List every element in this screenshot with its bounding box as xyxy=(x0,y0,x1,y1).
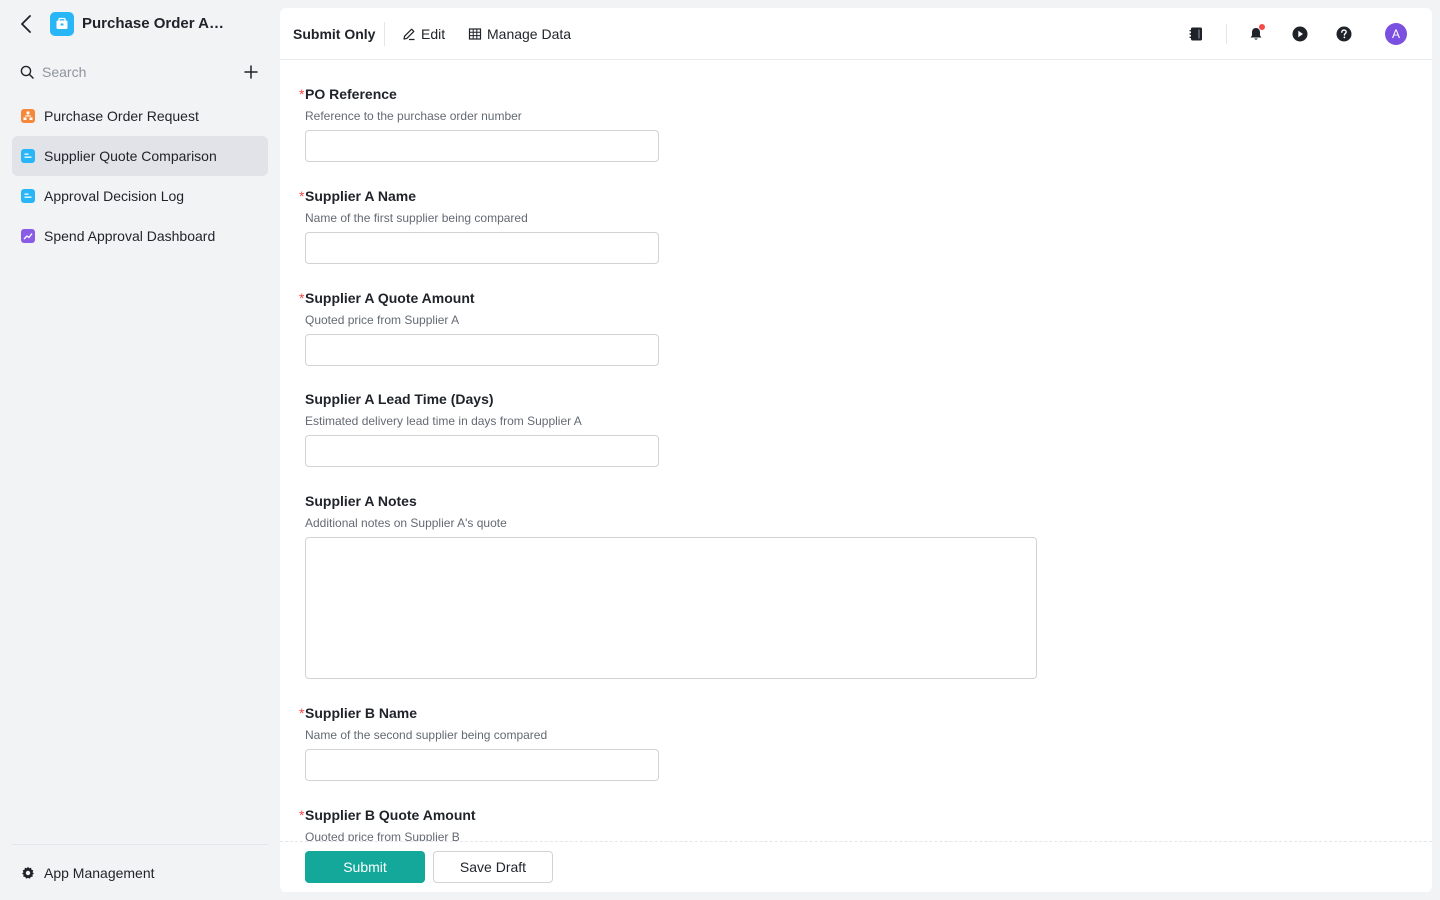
manage-data-label: Manage Data xyxy=(487,26,572,42)
app-icon xyxy=(50,12,74,36)
plus-icon xyxy=(244,65,258,79)
notebook-button[interactable] xyxy=(1186,24,1206,44)
save-draft-button[interactable]: Save Draft xyxy=(433,851,553,883)
search-icon xyxy=(20,64,36,80)
app-management-button[interactable]: App Management xyxy=(12,844,268,900)
sidebar-item-label: Supplier Quote Comparison xyxy=(44,148,217,164)
notebook-icon xyxy=(1189,27,1202,41)
manage-data-button[interactable]: Manage Data xyxy=(468,24,571,44)
field-po-reference: * PO Reference Reference to the purchase … xyxy=(299,85,659,162)
field-description: Name of the second supplier being compar… xyxy=(305,728,548,742)
field-label: * Supplier A Quote Amount xyxy=(299,290,475,306)
workflow-icon xyxy=(21,109,35,123)
app-header: Purchase Order App... xyxy=(0,0,280,48)
supplier-a-lead-time-input[interactable] xyxy=(305,435,659,467)
sidebar-item-label: Spend Approval Dashboard xyxy=(44,228,216,244)
po-reference-input[interactable] xyxy=(305,130,659,162)
toolbar-divider xyxy=(384,22,385,46)
field-description: Additional notes on Supplier A's quote xyxy=(305,516,507,530)
sidebar: Purchase Order App... Search Purchase Or… xyxy=(0,0,280,900)
edit-button[interactable]: Edit xyxy=(402,24,445,44)
back-button[interactable] xyxy=(16,13,36,35)
edit-label: Edit xyxy=(421,26,446,42)
app-title: Purchase Order App... xyxy=(82,15,232,32)
help-button[interactable] xyxy=(1334,24,1354,44)
chevron-left-icon xyxy=(21,15,31,33)
sidebar-item-purchase-order-request[interactable]: Purchase Order Request xyxy=(12,96,268,136)
field-label: Supplier A Notes xyxy=(305,493,417,509)
field-supplier-a-name: * Supplier A Name Name of the first suppl… xyxy=(299,187,659,264)
supplier-b-name-input[interactable] xyxy=(305,749,659,781)
search-bar xyxy=(20,58,265,86)
form-area: * PO Reference Reference to the purchase … xyxy=(280,61,1432,841)
field-label: * Supplier B Quote Amount xyxy=(299,807,476,823)
sidebar-item-approval-decision-log[interactable]: Approval Decision Log xyxy=(12,176,268,216)
avatar[interactable]: A xyxy=(1385,23,1407,45)
app-management-label: App Management xyxy=(44,864,155,881)
field-supplier-a-lead-time: Supplier A Lead Time (Days) Estimated de… xyxy=(299,390,659,467)
add-button[interactable] xyxy=(241,62,261,82)
field-supplier-b-quote-amount: * Supplier B Quote Amount Quoted price fr… xyxy=(299,806,659,841)
play-button[interactable] xyxy=(1290,24,1310,44)
chart-icon xyxy=(21,229,35,243)
field-label: Supplier A Lead Time (Days) xyxy=(305,391,494,407)
sidebar-item-spend-approval-dashboard[interactable]: Spend Approval Dashboard xyxy=(12,216,268,256)
field-description: Name of the first supplier being compare… xyxy=(305,211,528,225)
field-supplier-a-notes: Supplier A Notes Additional notes on Sup… xyxy=(299,492,1037,679)
sidebar-item-supplier-quote-comparison[interactable]: Supplier Quote Comparison xyxy=(12,136,268,176)
sidebar-item-label: Approval Decision Log xyxy=(44,188,185,204)
pencil-icon xyxy=(402,27,416,41)
supplier-a-quote-amount-input[interactable] xyxy=(305,334,659,366)
supplier-a-name-input[interactable] xyxy=(305,232,659,264)
help-icon xyxy=(1336,26,1352,42)
submit-button[interactable]: Submit xyxy=(305,851,425,883)
supplier-a-notes-textarea[interactable] xyxy=(305,537,1037,679)
field-supplier-b-name: * Supplier B Name Name of the second supp… xyxy=(299,704,659,781)
table-icon xyxy=(468,27,482,41)
main-panel: Submit Only Edit Manage Data A * PO Refe… xyxy=(280,8,1432,892)
notification-badge xyxy=(1259,24,1265,30)
search-input[interactable] xyxy=(42,64,222,80)
view-mode-title: Submit Only xyxy=(293,26,376,42)
field-supplier-a-quote-amount: * Supplier A Quote Amount Quoted price fr… xyxy=(299,289,659,366)
gear-icon xyxy=(21,866,35,880)
form-icon xyxy=(21,149,35,163)
field-description: Quoted price from Supplier B xyxy=(305,830,460,841)
notifications-button[interactable] xyxy=(1246,24,1266,44)
field-description: Estimated delivery lead time in days fro… xyxy=(305,414,582,428)
sidebar-nav: Purchase Order Request Supplier Quote Co… xyxy=(12,96,268,256)
field-label: * PO Reference xyxy=(299,86,397,102)
form-icon xyxy=(21,189,35,203)
sidebar-item-label: Purchase Order Request xyxy=(44,108,199,124)
form-footer: Submit Save Draft xyxy=(280,841,1432,892)
toolbar-divider xyxy=(1226,24,1227,44)
toolbar: Submit Only Edit Manage Data A xyxy=(280,8,1432,60)
field-description: Quoted price from Supplier A xyxy=(305,313,460,327)
field-label: * Supplier B Name xyxy=(299,705,418,721)
play-icon xyxy=(1292,26,1308,42)
field-label: * Supplier A Name xyxy=(299,188,416,204)
field-description: Reference to the purchase order number xyxy=(305,109,522,123)
